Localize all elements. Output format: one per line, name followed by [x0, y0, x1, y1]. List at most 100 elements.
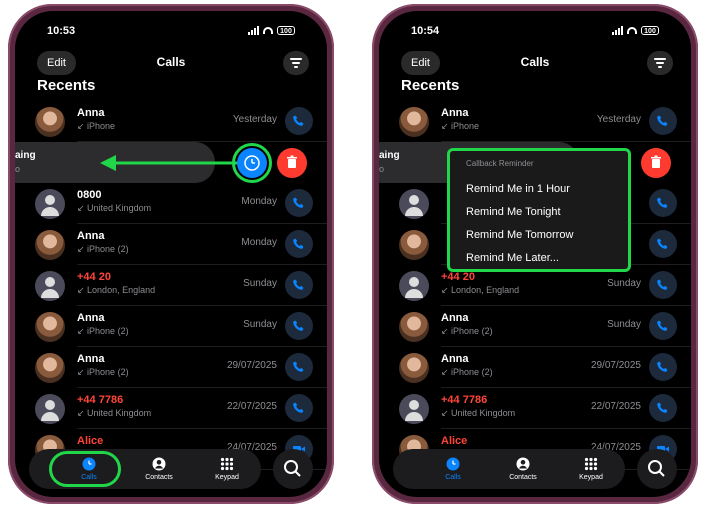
contact-name: +44 7786 — [77, 394, 124, 406]
avatar — [399, 312, 429, 342]
phone-icon — [657, 238, 668, 249]
filter-button[interactable] — [647, 51, 673, 75]
call-back-button[interactable] — [649, 107, 677, 135]
menu-item-remind-1-hour[interactable]: Remind Me in 1 Hour — [466, 183, 570, 195]
menu-item-remind-tonight[interactable]: Remind Me Tonight — [466, 206, 561, 218]
left-phone-frame: 10:53 100 Edit Calls Recents Anna ↙ iPhon… — [8, 4, 334, 504]
call-row[interactable]: Anna ↙ iPhone (2) Sunday — [15, 306, 327, 347]
filter-button[interactable] — [283, 51, 309, 75]
call-back-button[interactable] — [649, 271, 677, 299]
wifi-icon — [627, 27, 637, 34]
trash-icon — [651, 155, 661, 168]
call-row[interactable]: Anna ↙ iPhone Yesterday — [379, 101, 691, 142]
call-row[interactable]: Anna ↙ iPhone (2) 29/07/2025 — [379, 347, 691, 388]
call-date: Sunday — [607, 278, 641, 289]
trash-icon — [287, 155, 297, 168]
avatar — [35, 230, 65, 260]
wifi-icon — [263, 27, 273, 34]
contact-name: Alice — [441, 435, 468, 447]
delete-button[interactable] — [641, 148, 671, 178]
call-detail: ↙ London, England — [441, 285, 520, 295]
phone-icon — [657, 320, 668, 331]
call-date: Monday — [241, 237, 277, 248]
phone-icon — [657, 402, 668, 413]
call-back-button[interactable] — [649, 312, 677, 340]
tab-keypad[interactable]: Keypad — [195, 453, 259, 485]
menu-header: Callback Reminder — [466, 159, 534, 168]
call-back-button[interactable] — [285, 271, 313, 299]
call-detail: ↙ iPhone — [441, 121, 480, 131]
search-button[interactable] — [273, 449, 313, 489]
call-row[interactable]: Anna ↙ iPhone Yesterday — [15, 101, 327, 142]
calls-icon — [446, 457, 460, 471]
call-detail: ↙ iPhone (2) — [77, 326, 129, 336]
right-phone-screen: 10:54 100 Edit Calls Recents Anna ↙ iPhon… — [379, 11, 691, 497]
tab-contacts[interactable]: Contacts — [127, 453, 191, 485]
delete-button[interactable] — [277, 148, 307, 178]
tab-contacts[interactable]: Contacts — [491, 453, 555, 485]
call-date: Sunday — [243, 319, 277, 330]
callback-reminder-button[interactable] — [237, 148, 267, 178]
section-title: Recents — [37, 77, 96, 94]
call-row[interactable]: 0800 ↙ United Kingdom Monday — [15, 183, 327, 224]
call-back-button[interactable] — [649, 230, 677, 258]
contacts-icon — [152, 457, 166, 471]
status-time: 10:53 — [47, 25, 76, 37]
call-detail: ↙ iPhone — [77, 121, 116, 131]
contacts-icon — [516, 457, 530, 471]
search-button[interactable] — [637, 449, 677, 489]
avatar — [399, 271, 429, 301]
contact-name: 0800 — [77, 189, 102, 201]
avatar — [35, 189, 65, 219]
search-icon — [648, 460, 665, 477]
call-back-button[interactable] — [285, 394, 313, 422]
phone-icon — [657, 115, 668, 126]
callback-reminder-menu: Callback Reminder Remind Me in 1 Hour Re… — [447, 148, 631, 272]
tab-calls[interactable]: Calls — [421, 453, 485, 485]
call-date: 22/07/2025 — [226, 401, 277, 412]
avatar — [399, 394, 429, 424]
call-back-button[interactable] — [285, 189, 313, 217]
phone-icon — [293, 238, 304, 249]
call-date: Yesterday — [232, 114, 277, 125]
phone-icon — [657, 361, 668, 372]
call-date: Monday — [241, 196, 277, 207]
call-detail: ↙ London, England — [77, 285, 156, 295]
right-phone-frame: 10:54 100 Edit Calls Recents Anna ↙ iPhon… — [372, 4, 698, 504]
contact-name: Anna — [441, 107, 469, 119]
call-back-button[interactable] — [649, 189, 677, 217]
phone-icon — [293, 197, 304, 208]
call-back-button[interactable] — [649, 353, 677, 381]
clock-icon — [244, 155, 260, 171]
call-back-button[interactable] — [285, 230, 313, 258]
call-row[interactable]: +44 7786 ↙ United Kingdom 22/07/2025 — [15, 388, 327, 429]
phone-icon — [657, 197, 668, 208]
call-back-button[interactable] — [649, 394, 677, 422]
call-back-button[interactable] — [285, 312, 313, 340]
tab-bar: Calls Contacts Keypad — [393, 449, 625, 489]
phone-icon — [293, 361, 304, 372]
contact-name: Anna — [77, 230, 105, 242]
call-date: Sunday — [607, 319, 641, 330]
left-phone-screen: 10:53 100 Edit Calls Recents Anna ↙ iPhon… — [15, 11, 327, 497]
call-back-button[interactable] — [285, 107, 313, 135]
call-row[interactable]: Anna ↙ iPhone (2) Monday — [15, 224, 327, 265]
menu-item-remind-tomorrow[interactable]: Remind Me Tomorrow — [466, 229, 573, 241]
call-row[interactable]: +44 20 ↙ London, England Sunday — [15, 265, 327, 306]
call-row[interactable]: Anna ↙ iPhone (2) 29/07/2025 — [15, 347, 327, 388]
tab-keypad[interactable]: Keypad — [559, 453, 623, 485]
call-row[interactable]: Anna ↙ iPhone (2) Sunday — [379, 306, 691, 347]
contact-name: Anna — [441, 353, 469, 365]
avatar — [399, 107, 429, 137]
phone-icon — [293, 115, 304, 126]
call-row[interactable]: +44 7786 ↙ United Kingdom 22/07/2025 — [379, 388, 691, 429]
arrow-left-icon — [100, 155, 240, 171]
call-date: Yesterday — [596, 114, 641, 125]
contact-name: +44 20 — [77, 271, 111, 283]
call-detail: ↙ iPhone (2) — [441, 326, 493, 336]
call-back-button[interactable] — [285, 353, 313, 381]
menu-item-remind-later[interactable]: Remind Me Later... — [466, 252, 559, 264]
search-icon — [284, 460, 301, 477]
call-date: 22/07/2025 — [590, 401, 641, 412]
avatar — [399, 230, 429, 260]
